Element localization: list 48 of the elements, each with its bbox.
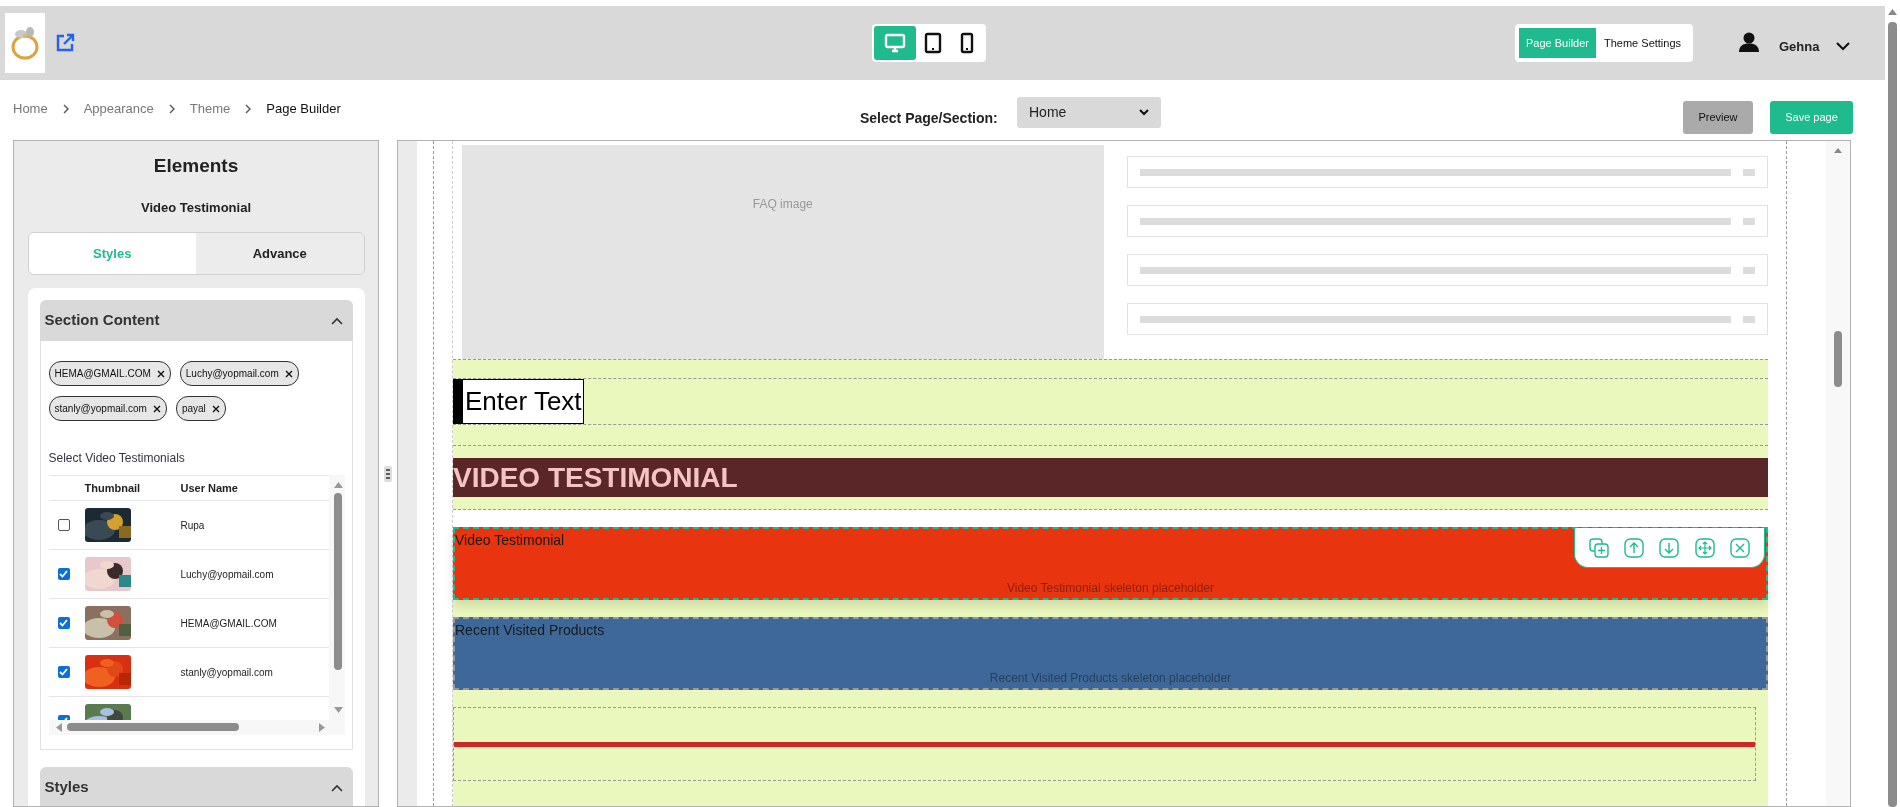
page-select-label: Select Page/Section: [860, 109, 998, 128]
heading-banner: VIDEO TESTIMONIAL [453, 458, 1768, 497]
remove-icon[interactable] [211, 404, 220, 413]
column-header: Thumbnail [84, 480, 142, 496]
chevron-right-icon [61, 102, 70, 115]
checkbox[interactable] [57, 568, 70, 580]
panel-subtitle: Video Testimonial [140, 198, 251, 217]
remove-icon[interactable] [156, 369, 165, 378]
checkbox[interactable] [57, 666, 70, 678]
preview-button[interactable]: Preview [1683, 101, 1753, 134]
remove-icon[interactable] [152, 404, 161, 413]
section-header[interactable]: Styles [39, 767, 353, 806]
user-name[interactable]: Gehna [1779, 37, 1820, 57]
image-placeholder-label: FAQ image [752, 196, 813, 213]
section-title: Recent Visited Products [455, 621, 605, 640]
breadcrumb-link[interactable]: Appearance [83, 99, 154, 119]
section-header[interactable]: Section Content [39, 300, 353, 341]
external-link-icon[interactable] [55, 33, 75, 53]
user-icon[interactable] [1738, 32, 1760, 52]
breadcrumb-current: Page Builder [266, 100, 341, 118]
user-name-cell-text: stanly@yopmail.com [180, 665, 273, 680]
resize-handle-icon[interactable] [384, 465, 392, 482]
checkbox[interactable] [57, 617, 70, 629]
breadcrumb-link[interactable]: Home [13, 99, 48, 119]
tablet-icon[interactable] [922, 32, 944, 54]
chevron-down-icon [1139, 109, 1149, 116]
tag-chip: stanly@yopmail.com [48, 396, 167, 421]
user-name-cell-text: Luchy@yopmail.com [180, 567, 274, 582]
skeleton-placeholder: Video Testimonial skeleton placeholder [1006, 580, 1215, 597]
skeleton-placeholder: Recent Visited Products skeleton placeholder [988, 670, 1233, 687]
chevron-down-icon[interactable] [1836, 42, 1850, 51]
tag-chip: payal [175, 396, 226, 421]
user-name-cell-text: HEMA@GMAIL.COM [180, 616, 277, 631]
text-element[interactable]: Enter Text [453, 379, 584, 424]
breadcrumb-link[interactable]: Theme [189, 99, 231, 119]
remove-icon[interactable] [284, 369, 293, 378]
section-title: Video Testimonial [455, 531, 565, 550]
tag-chip: HEMA@GMAIL.COM [48, 361, 171, 386]
mode-tab[interactable]: Theme Settings [1596, 28, 1690, 58]
list-label: Select Video Testimonials [48, 450, 186, 467]
chevron-right-icon [167, 102, 176, 115]
page-select[interactable]: Home [1017, 97, 1161, 128]
column-header: User Name [180, 480, 238, 496]
checkbox[interactable] [57, 519, 70, 531]
panel-title: Elements [153, 154, 239, 178]
tag-chip: Luchy@yopmail.com [179, 361, 299, 386]
chevron-right-icon [244, 102, 253, 115]
user-name-cell-text: Rupa [180, 518, 205, 533]
